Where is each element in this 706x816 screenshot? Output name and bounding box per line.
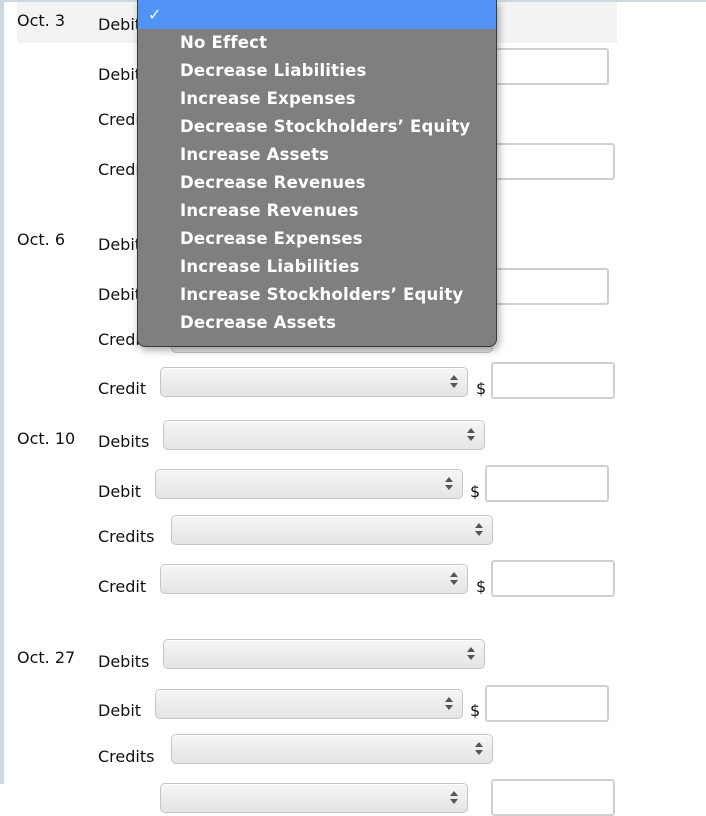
entry-date: Oct. 6 [17, 230, 66, 249]
debit-amount-input[interactable] [485, 685, 609, 722]
credit-amount-input[interactable] [491, 362, 615, 399]
credit-select[interactable] [160, 783, 468, 813]
currency-symbol: $ [470, 482, 481, 501]
dropdown-option[interactable]: Increase Assets [180, 145, 329, 164]
dropdown-option[interactable]: Decrease Assets [180, 313, 336, 332]
debit-label: Debit [98, 482, 142, 501]
select-arrows-icon [450, 375, 458, 389]
debit-label: Debit [98, 701, 142, 720]
currency-symbol: $ [476, 577, 487, 596]
credits-label: Credits [98, 747, 155, 766]
debit-amount-input[interactable] [485, 268, 609, 305]
dropdown-option[interactable]: Decrease Expenses [180, 229, 363, 248]
select-arrows-icon [445, 697, 453, 711]
credit-amount-input[interactable] [491, 779, 615, 816]
entry-date: Oct. 10 [17, 429, 76, 448]
currency-symbol: $ [476, 379, 487, 398]
debit-label: Debit [98, 65, 142, 84]
debit-amount-input[interactable] [485, 465, 609, 502]
select-arrows-icon [475, 523, 483, 537]
select-arrows-icon [450, 572, 458, 586]
credits-select[interactable] [171, 515, 493, 545]
debit-amount-input[interactable] [485, 48, 609, 85]
debits-label: Debits [98, 432, 150, 451]
select-arrows-icon [475, 742, 483, 756]
credit-select[interactable] [160, 564, 468, 594]
credit-amount-input[interactable] [491, 560, 615, 597]
debit-label: Debit [98, 285, 142, 304]
dropdown-option[interactable]: Decrease Revenues [180, 173, 366, 192]
credit-label: Credit [98, 577, 147, 596]
select-arrows-icon [467, 428, 475, 442]
credits-select[interactable] [171, 734, 493, 764]
debits-select[interactable] [163, 639, 485, 669]
entry-date: Oct. 27 [17, 648, 76, 667]
select-arrows-icon [445, 477, 453, 491]
dropdown-option[interactable]: Increase Liabilities [180, 257, 360, 276]
dropdown-option[interactable]: Increase Revenues [180, 201, 359, 220]
credit-label: Credit [98, 379, 147, 398]
select-arrows-icon [450, 791, 458, 805]
dropdown-option-selected-blank[interactable]: ✓ [138, 0, 496, 29]
dropdown-menu[interactable]: ✓ No Effect Decrease Liabilities Increas… [137, 0, 497, 347]
debits-label: Debits [98, 652, 150, 671]
dropdown-option[interactable]: Decrease Stockholders’ Equity [180, 117, 470, 136]
dropdown-option[interactable]: Increase Expenses [180, 89, 356, 108]
debits-select[interactable] [163, 420, 485, 450]
dropdown-option[interactable]: Decrease Liabilities [180, 61, 367, 80]
debit-select[interactable] [155, 689, 463, 719]
debit-select[interactable] [155, 469, 463, 499]
checkmark-icon: ✓ [148, 5, 162, 24]
select-arrows-icon [467, 647, 475, 661]
dropdown-option[interactable]: Increase Stockholders’ Equity [180, 285, 463, 304]
currency-symbol: $ [470, 701, 481, 720]
credit-amount-input[interactable] [491, 143, 615, 180]
dropdown-option[interactable]: No Effect [180, 33, 267, 52]
credit-select[interactable] [160, 367, 468, 397]
credits-label: Credits [98, 527, 155, 546]
page-left-border [0, 0, 4, 784]
entry-date: Oct. 3 [17, 11, 66, 30]
